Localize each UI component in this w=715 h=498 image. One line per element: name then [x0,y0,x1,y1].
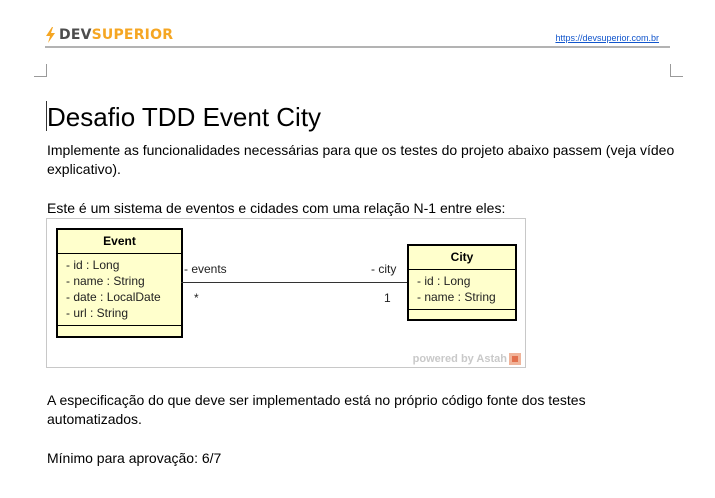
astah-watermark-text: powered by Astah [412,353,507,365]
association-role-events: - events [184,262,227,276]
city-class-name: City [409,246,515,270]
association-role-city: - city [371,262,397,276]
event-attributes: - id : Long - name : String - date : Loc… [58,254,181,326]
event-attribute-name: - name : String [66,274,145,288]
header-divider [45,46,670,48]
event-attribute-id: - id : Long [66,258,120,272]
uml-class-city: City - id : Long - name : String [407,244,517,321]
devsuperior-logo[interactable]: DEV SUPERIOR [45,26,173,44]
event-attribute-date: - date : LocalDate [66,290,161,304]
logo-text-superior: SUPERIOR [91,27,174,43]
city-operations-compartment [409,310,515,319]
association-line [181,282,407,283]
astah-logo-icon [509,353,521,365]
document-title[interactable]: Desafio TDD Event City [47,101,321,133]
event-operations-compartment [58,326,181,336]
astah-watermark: powered by Astah [413,353,521,365]
uml-class-event: Event - id : Long - name : String - date… [56,228,183,338]
intro-paragraph[interactable]: Implemente as funcionalidades necessária… [47,141,677,179]
city-attribute-name: - name : String [417,290,496,304]
lightning-bolt-icon [46,27,55,43]
city-attributes: - id : Long - name : String [409,270,515,310]
page-corner-mark-left [34,64,47,77]
document-page: DEV SUPERIOR https://devsuperior.com.br … [0,0,715,498]
system-description-paragraph[interactable]: Este é um sistema de eventos e cidades c… [47,199,677,218]
logo-text-dev: DEV [59,27,92,43]
specification-paragraph[interactable]: A especificação do que deve ser implemen… [47,391,677,429]
page-corner-mark-right [670,64,683,77]
event-attribute-url: - url : String [66,306,129,320]
header-url-link[interactable]: https://devsuperior.com.br [555,33,659,43]
multiplicity-one: 1 [384,291,391,305]
uml-class-diagram[interactable]: Event - id : Long - name : String - date… [46,218,526,368]
city-attribute-id: - id : Long [417,274,471,288]
multiplicity-many: * [194,291,199,305]
approval-minimum-paragraph[interactable]: Mínimo para aprovação: 6/7 [47,449,677,468]
event-class-name: Event [58,230,181,254]
